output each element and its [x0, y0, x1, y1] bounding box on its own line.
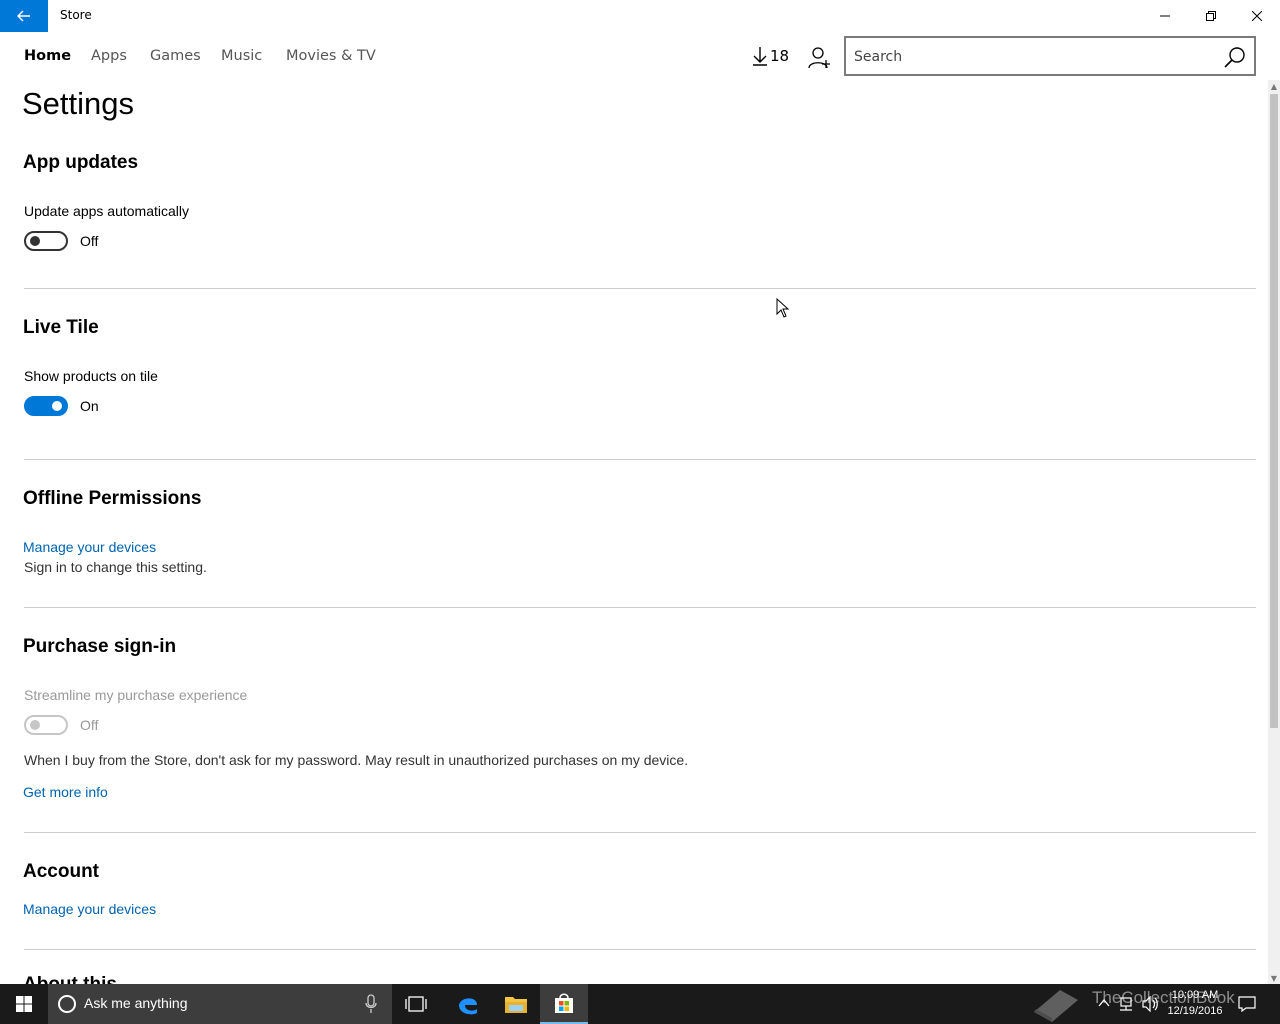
scroll-down-arrow-icon[interactable]: ▼: [1268, 972, 1280, 984]
section-title-about: About this: [23, 974, 117, 984]
divider: [24, 607, 1256, 608]
account-button[interactable]: [806, 44, 834, 72]
restore-icon: [1206, 11, 1216, 21]
section-title-app-updates: App updates: [23, 152, 139, 173]
vertical-scrollbar[interactable]: ▲ ▼: [1268, 80, 1280, 984]
section-title-live-tile: Live Tile: [23, 317, 99, 338]
title-bar: Store: [0, 0, 1280, 32]
update-apps-label: Update apps automatically: [24, 203, 189, 219]
settings-content: Settings App updates Update apps automat…: [0, 80, 1268, 984]
clock-date: 12/19/2016: [1167, 1005, 1223, 1017]
section-title-purchase-sign-in: Purchase sign-in: [23, 636, 177, 657]
search-input[interactable]: [854, 46, 1214, 68]
close-icon: [1252, 11, 1262, 21]
taskbar: Ask me anything TheCollectionBook 10:09 …: [0, 984, 1280, 1024]
section-title-offline-permissions: Offline Permissions: [23, 488, 202, 509]
tab-music[interactable]: Music: [221, 48, 262, 64]
restore-button[interactable]: [1188, 0, 1234, 32]
divider: [24, 832, 1256, 833]
update-apps-state: Off: [80, 233, 99, 249]
update-apps-toggle[interactable]: [24, 231, 68, 251]
cortana-search-box[interactable]: Ask me anything: [48, 984, 392, 1024]
minimize-icon: [1160, 15, 1170, 17]
network-icon[interactable]: [1118, 996, 1134, 1012]
task-view-button[interactable]: [392, 984, 440, 1024]
scroll-thumb[interactable]: [1270, 94, 1278, 728]
edge-button[interactable]: [444, 984, 492, 1024]
streamline-purchase-state: Off: [80, 717, 99, 733]
windows-logo-icon: [16, 996, 32, 1012]
purchase-description: When I buy from the Store, don't ask for…: [24, 752, 689, 768]
app-title: Store: [60, 8, 92, 22]
show-products-label: Show products on tile: [24, 368, 158, 384]
close-button[interactable]: [1234, 0, 1280, 32]
tab-apps[interactable]: Apps: [91, 48, 127, 64]
minimize-button[interactable]: [1142, 0, 1188, 32]
store-bag-icon: [555, 993, 573, 1013]
folder-icon: [505, 997, 527, 1013]
streamline-purchase-label: Streamline my purchase experience: [24, 687, 248, 703]
section-title-account: Account: [23, 861, 99, 882]
cortana-placeholder: Ask me anything: [84, 995, 188, 1011]
action-center-icon[interactable]: [1238, 996, 1256, 1012]
tab-home[interactable]: Home: [24, 48, 71, 64]
tab-movies-tv[interactable]: Movies & TV: [286, 48, 376, 64]
scroll-up-arrow-icon[interactable]: ▲: [1268, 80, 1280, 92]
divider: [24, 459, 1256, 460]
arrow-left-icon: [17, 10, 30, 22]
taskbar-clock[interactable]: 10:09 AM 12/19/2016: [1160, 987, 1230, 1019]
add-user-icon: [808, 47, 830, 69]
tab-games[interactable]: Games: [150, 48, 201, 64]
get-more-info-link[interactable]: Get more info: [23, 784, 108, 800]
show-products-state: On: [80, 398, 99, 414]
nav-bar: Home Apps Games Music Movies & TV 18: [0, 36, 1268, 78]
search-box[interactable]: [844, 36, 1256, 76]
back-button[interactable]: [0, 0, 48, 32]
downloads-button[interactable]: 18: [752, 46, 789, 66]
account-manage-devices-link[interactable]: Manage your devices: [23, 901, 156, 917]
microphone-icon[interactable]: [364, 994, 378, 1014]
edge-browser-icon: [459, 998, 477, 1015]
offline-note: Sign in to change this setting.: [24, 559, 207, 575]
volume-icon[interactable]: [1142, 996, 1160, 1012]
mouse-pointer-icon: [776, 298, 790, 318]
search-icon[interactable]: [1224, 46, 1246, 68]
manage-devices-link[interactable]: Manage your devices: [23, 539, 156, 555]
start-button[interactable]: [0, 984, 48, 1024]
file-explorer-button[interactable]: [492, 984, 540, 1024]
clock-time: 10:09 AM: [1171, 989, 1219, 1001]
divider: [24, 288, 1256, 289]
download-icon: [753, 47, 767, 66]
streamline-purchase-toggle[interactable]: [24, 715, 68, 735]
downloads-count: 18: [770, 47, 790, 65]
book-logo-icon: [1034, 990, 1078, 1022]
chevron-up-icon[interactable]: [1098, 998, 1110, 1008]
show-products-toggle[interactable]: [24, 396, 68, 416]
store-taskbar-button[interactable]: [540, 984, 588, 1024]
task-view-icon: [405, 996, 427, 1012]
page-title: Settings: [22, 86, 135, 121]
cortana-icon: [58, 995, 76, 1013]
divider: [24, 949, 1256, 950]
